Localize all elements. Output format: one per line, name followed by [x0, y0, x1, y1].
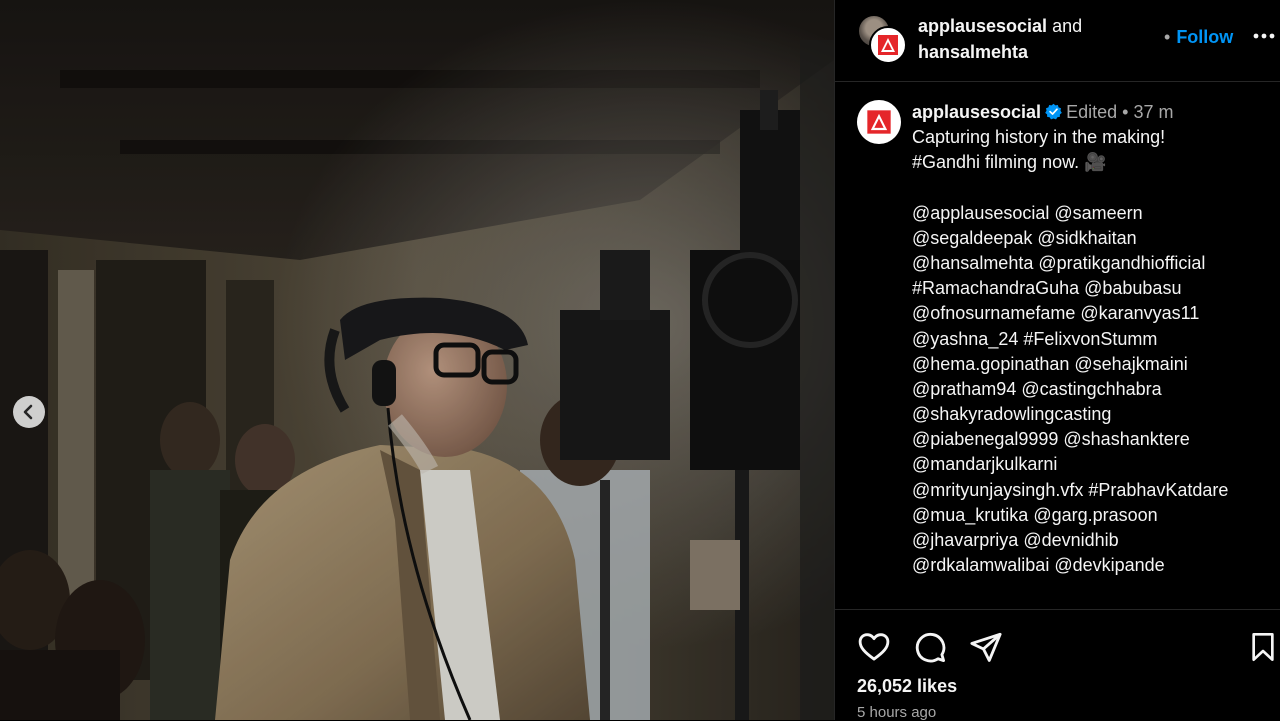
caption-line[interactable]: @segaldeepak @sidkhaitan — [912, 226, 1274, 251]
share-send-icon[interactable] — [969, 630, 1003, 664]
header-username-1[interactable]: applausesocial — [918, 16, 1047, 36]
caption-line[interactable]: @mandarjkulkarni — [912, 452, 1274, 477]
post-actions: 26,052 likes 5 hours ago — [835, 609, 1280, 721]
caption-username[interactable]: applausesocial — [912, 102, 1041, 122]
caption-line: #Gandhi filming now. 🎥 — [912, 152, 1107, 173]
post-header: applausesocial and hansalmehta • Follow — [835, 0, 1280, 82]
applause-logo-icon — [867, 110, 891, 134]
caption-line[interactable]: @hema.gopinathan @sehajkmaini — [912, 352, 1274, 377]
post-age: 37 m — [1133, 102, 1174, 122]
caption-line[interactable]: @jhavarpriya @devnidhib — [912, 528, 1274, 553]
caption-line[interactable]: @yashna_24 #FelixvonStumm — [912, 327, 1274, 352]
verified-badge-icon — [1045, 103, 1062, 120]
caption-line[interactable]: @piabenegal9999 @shashanktere — [912, 427, 1274, 452]
follow-wrap: • Follow — [1164, 24, 1233, 50]
caption-line[interactable]: @rdkalamwalibai @devkipande — [912, 553, 1274, 578]
caption-header: applausesocial Edited • 37 m — [912, 99, 1173, 125]
header-connector: and — [1052, 16, 1083, 36]
caption-line[interactable]: @hansalmehta @pratikgandhiofficial — [912, 251, 1274, 276]
chevron-left-icon — [23, 404, 33, 420]
more-options-icon[interactable] — [1252, 26, 1276, 46]
post-viewer: applausesocial and hansalmehta •Follow — [0, 0, 1280, 721]
collab-usernames: applausesocial and hansalmehta — [918, 13, 1082, 65]
caption-line[interactable]: @applausesocial @sameern — [912, 201, 1274, 226]
post-photo — [0, 0, 834, 720]
avatar-applausesocial[interactable] — [869, 26, 907, 64]
header-username-2[interactable]: hansalmehta — [918, 42, 1028, 62]
caption-line[interactable]: @pratham94 @castingchhabra — [912, 377, 1274, 402]
meta-separator: • — [1122, 102, 1129, 122]
caption-avatar[interactable] — [857, 100, 901, 144]
caption-line[interactable]: @mua_krutika @garg.prasoon — [912, 503, 1274, 528]
caption-scroll-area[interactable]: applausesocial Edited • 37 m Capturing h… — [835, 82, 1280, 609]
caption-line[interactable]: @mrityunjaysingh.vfx #PrabhavKatdare — [912, 478, 1274, 503]
collab-avatars[interactable] — [857, 14, 907, 64]
applause-logo-icon — [878, 35, 898, 55]
post-media[interactable] — [0, 0, 834, 720]
caption-line[interactable]: @ofnosurnamefame @karanvyas11 — [912, 301, 1274, 326]
comment-icon[interactable] — [913, 630, 947, 664]
caption-text: Capturing history in the making! #Gandhi… — [912, 125, 1274, 578]
caption-line[interactable]: #RamachandraGuha @babubasu — [912, 276, 1274, 301]
follow-separator: • — [1164, 27, 1171, 47]
caption-line[interactable]: @shakyradowlingcasting — [912, 402, 1274, 427]
save-bookmark-icon[interactable] — [1247, 630, 1279, 664]
like-heart-icon[interactable] — [857, 630, 891, 664]
edited-label: Edited — [1066, 102, 1118, 122]
likes-count[interactable]: 26,052 likes — [857, 676, 957, 697]
post-side-panel: applausesocial and hansalmehta •Follow — [834, 0, 1280, 721]
follow-button[interactable]: Follow — [1176, 27, 1233, 47]
caption-line: Capturing history in the making! — [912, 127, 1166, 147]
post-timestamp[interactable]: 5 hours ago — [857, 704, 936, 721]
previous-media-button[interactable] — [13, 396, 45, 428]
